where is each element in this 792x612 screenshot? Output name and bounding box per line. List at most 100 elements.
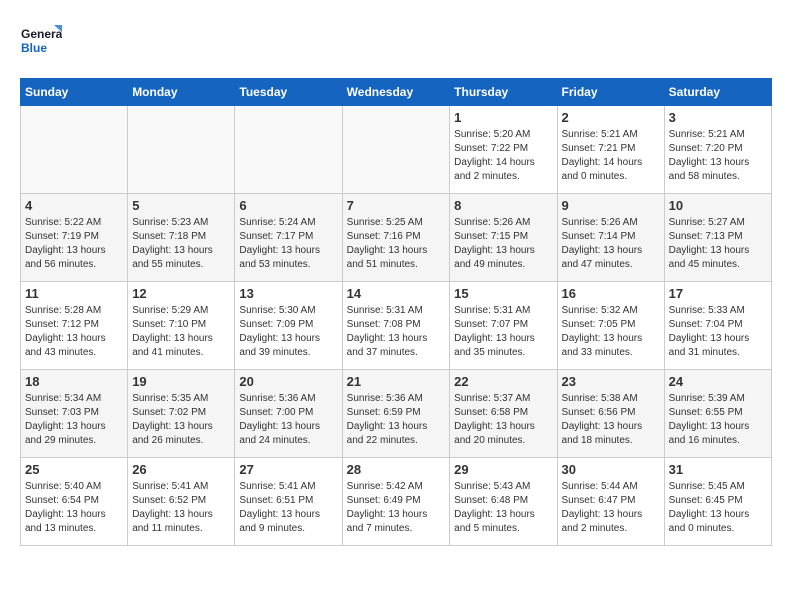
day-number: 22 (454, 374, 552, 389)
calendar-day-cell: 2 Sunrise: 5:21 AM Sunset: 7:21 PM Daylig… (557, 106, 664, 194)
day-info: Sunrise: 5:29 AM Sunset: 7:10 PM Dayligh… (132, 304, 230, 360)
day-number: 12 (132, 286, 230, 301)
day-info: Sunrise: 5:30 AM Sunset: 7:09 PM Dayligh… (239, 304, 337, 360)
calendar-day-cell: 7 Sunrise: 5:25 AM Sunset: 7:16 PM Daylig… (342, 194, 450, 282)
day-of-week-header: Saturday (664, 79, 771, 106)
calendar-week-row: 1 Sunrise: 5:20 AM Sunset: 7:22 PM Daylig… (21, 106, 772, 194)
day-info: Sunrise: 5:43 AM Sunset: 6:48 PM Dayligh… (454, 480, 552, 536)
day-info: Sunrise: 5:21 AM Sunset: 7:20 PM Dayligh… (669, 128, 767, 184)
calendar-day-cell: 3 Sunrise: 5:21 AM Sunset: 7:20 PM Daylig… (664, 106, 771, 194)
calendar-day-cell: 6 Sunrise: 5:24 AM Sunset: 7:17 PM Daylig… (235, 194, 342, 282)
day-number: 25 (25, 462, 123, 477)
calendar-week-row: 4 Sunrise: 5:22 AM Sunset: 7:19 PM Daylig… (21, 194, 772, 282)
svg-text:General: General (21, 27, 62, 41)
day-info: Sunrise: 5:41 AM Sunset: 6:51 PM Dayligh… (239, 480, 337, 536)
calendar-week-row: 11 Sunrise: 5:28 AM Sunset: 7:12 PM Dayli… (21, 282, 772, 370)
day-info: Sunrise: 5:24 AM Sunset: 7:17 PM Dayligh… (239, 216, 337, 272)
day-number: 2 (562, 110, 660, 125)
calendar-day-cell: 27Sunrise: 5:41 AM Sunset: 6:51 PM Dayli… (235, 458, 342, 546)
calendar-day-cell: 25 Sunrise: 5:40 AM Sunset: 6:54 PM Dayli… (21, 458, 128, 546)
day-of-week-header: Sunday (21, 79, 128, 106)
svg-text:Blue: Blue (21, 41, 47, 55)
day-info: Sunrise: 5:44 AM Sunset: 6:47 PM Dayligh… (562, 480, 660, 536)
day-number: 20 (239, 374, 337, 389)
day-info: Sunrise: 5:40 AM Sunset: 6:54 PM Dayligh… (25, 480, 123, 536)
calendar-day-cell: 13 Sunrise: 5:30 AM Sunset: 7:09 PM Dayli… (235, 282, 342, 370)
day-info: Sunrise: 5:41 AM Sunset: 6:52 PM Dayligh… (132, 480, 230, 536)
calendar-day-cell: 10Sunrise: 5:27 AM Sunset: 7:13 PM Dayli… (664, 194, 771, 282)
day-info: Sunrise: 5:31 AM Sunset: 7:07 PM Dayligh… (454, 304, 552, 360)
day-number: 18 (25, 374, 123, 389)
day-info: Sunrise: 5:21 AM Sunset: 7:21 PM Dayligh… (562, 128, 660, 184)
logo: General Blue (20, 20, 62, 62)
day-number: 9 (562, 198, 660, 213)
calendar-day-cell: 5 Sunrise: 5:23 AM Sunset: 7:18 PM Daylig… (128, 194, 235, 282)
day-info: Sunrise: 5:26 AM Sunset: 7:14 PM Dayligh… (562, 216, 660, 272)
day-number: 31 (669, 462, 767, 477)
day-number: 24 (669, 374, 767, 389)
day-info: Sunrise: 5:45 AM Sunset: 6:45 PM Dayligh… (669, 480, 767, 536)
day-number: 6 (239, 198, 337, 213)
calendar-day-cell: 23 Sunrise: 5:38 AM Sunset: 6:56 PM Dayli… (557, 370, 664, 458)
calendar-day-cell (342, 106, 450, 194)
calendar-day-cell: 15Sunrise: 5:31 AM Sunset: 7:07 PM Dayli… (450, 282, 557, 370)
day-number: 11 (25, 286, 123, 301)
calendar-day-cell: 22 Sunrise: 5:37 AM Sunset: 6:58 PM Dayli… (450, 370, 557, 458)
day-of-week-header: Friday (557, 79, 664, 106)
day-number: 29 (454, 462, 552, 477)
calendar-day-cell: 28Sunrise: 5:42 AM Sunset: 6:49 PM Dayli… (342, 458, 450, 546)
calendar-day-cell (235, 106, 342, 194)
calendar-day-cell: 24Sunrise: 5:39 AM Sunset: 6:55 PM Dayli… (664, 370, 771, 458)
calendar-day-cell: 8 Sunrise: 5:26 AM Sunset: 7:15 PM Daylig… (450, 194, 557, 282)
calendar-week-row: 18Sunrise: 5:34 AM Sunset: 7:03 PM Dayli… (21, 370, 772, 458)
day-info: Sunrise: 5:27 AM Sunset: 7:13 PM Dayligh… (669, 216, 767, 272)
day-number: 5 (132, 198, 230, 213)
day-number: 16 (562, 286, 660, 301)
day-number: 30 (562, 462, 660, 477)
day-number: 4 (25, 198, 123, 213)
calendar-table: SundayMondayTuesdayWednesdayThursdayFrid… (20, 78, 772, 546)
day-number: 1 (454, 110, 552, 125)
day-info: Sunrise: 5:25 AM Sunset: 7:16 PM Dayligh… (347, 216, 446, 272)
day-info: Sunrise: 5:20 AM Sunset: 7:22 PM Dayligh… (454, 128, 552, 184)
calendar-header-row: SundayMondayTuesdayWednesdayThursdayFrid… (21, 79, 772, 106)
day-info: Sunrise: 5:33 AM Sunset: 7:04 PM Dayligh… (669, 304, 767, 360)
calendar-day-cell: 17 Sunrise: 5:33 AM Sunset: 7:04 PM Dayli… (664, 282, 771, 370)
day-of-week-header: Wednesday (342, 79, 450, 106)
day-number: 14 (347, 286, 446, 301)
day-number: 8 (454, 198, 552, 213)
calendar-week-row: 25 Sunrise: 5:40 AM Sunset: 6:54 PM Dayli… (21, 458, 772, 546)
calendar-day-cell: 19 Sunrise: 5:35 AM Sunset: 7:02 PM Dayli… (128, 370, 235, 458)
calendar-day-cell: 12 Sunrise: 5:29 AM Sunset: 7:10 PM Dayli… (128, 282, 235, 370)
day-number: 17 (669, 286, 767, 301)
calendar-day-cell (21, 106, 128, 194)
day-info: Sunrise: 5:38 AM Sunset: 6:56 PM Dayligh… (562, 392, 660, 448)
calendar-day-cell: 11 Sunrise: 5:28 AM Sunset: 7:12 PM Dayli… (21, 282, 128, 370)
day-of-week-header: Thursday (450, 79, 557, 106)
calendar-day-cell: 30 Sunrise: 5:44 AM Sunset: 6:47 PM Dayli… (557, 458, 664, 546)
day-info: Sunrise: 5:32 AM Sunset: 7:05 PM Dayligh… (562, 304, 660, 360)
calendar-day-cell: 31 Sunrise: 5:45 AM Sunset: 6:45 PM Dayli… (664, 458, 771, 546)
day-info: Sunrise: 5:22 AM Sunset: 7:19 PM Dayligh… (25, 216, 123, 272)
day-of-week-header: Monday (128, 79, 235, 106)
day-info: Sunrise: 5:37 AM Sunset: 6:58 PM Dayligh… (454, 392, 552, 448)
logo-svg: General Blue (20, 20, 62, 62)
day-number: 7 (347, 198, 446, 213)
calendar-day-cell: 26Sunrise: 5:41 AM Sunset: 6:52 PM Dayli… (128, 458, 235, 546)
day-number: 19 (132, 374, 230, 389)
calendar-day-cell: 16 Sunrise: 5:32 AM Sunset: 7:05 PM Dayli… (557, 282, 664, 370)
calendar-day-cell: 1 Sunrise: 5:20 AM Sunset: 7:22 PM Daylig… (450, 106, 557, 194)
calendar-day-cell: 18Sunrise: 5:34 AM Sunset: 7:03 PM Dayli… (21, 370, 128, 458)
day-info: Sunrise: 5:35 AM Sunset: 7:02 PM Dayligh… (132, 392, 230, 448)
calendar-day-cell: 4 Sunrise: 5:22 AM Sunset: 7:19 PM Daylig… (21, 194, 128, 282)
day-info: Sunrise: 5:26 AM Sunset: 7:15 PM Dayligh… (454, 216, 552, 272)
day-info: Sunrise: 5:23 AM Sunset: 7:18 PM Dayligh… (132, 216, 230, 272)
day-number: 13 (239, 286, 337, 301)
day-number: 23 (562, 374, 660, 389)
day-info: Sunrise: 5:28 AM Sunset: 7:12 PM Dayligh… (25, 304, 123, 360)
calendar-day-cell (128, 106, 235, 194)
calendar-day-cell: 29 Sunrise: 5:43 AM Sunset: 6:48 PM Dayli… (450, 458, 557, 546)
day-info: Sunrise: 5:36 AM Sunset: 6:59 PM Dayligh… (347, 392, 446, 448)
day-info: Sunrise: 5:36 AM Sunset: 7:00 PM Dayligh… (239, 392, 337, 448)
day-number: 3 (669, 110, 767, 125)
